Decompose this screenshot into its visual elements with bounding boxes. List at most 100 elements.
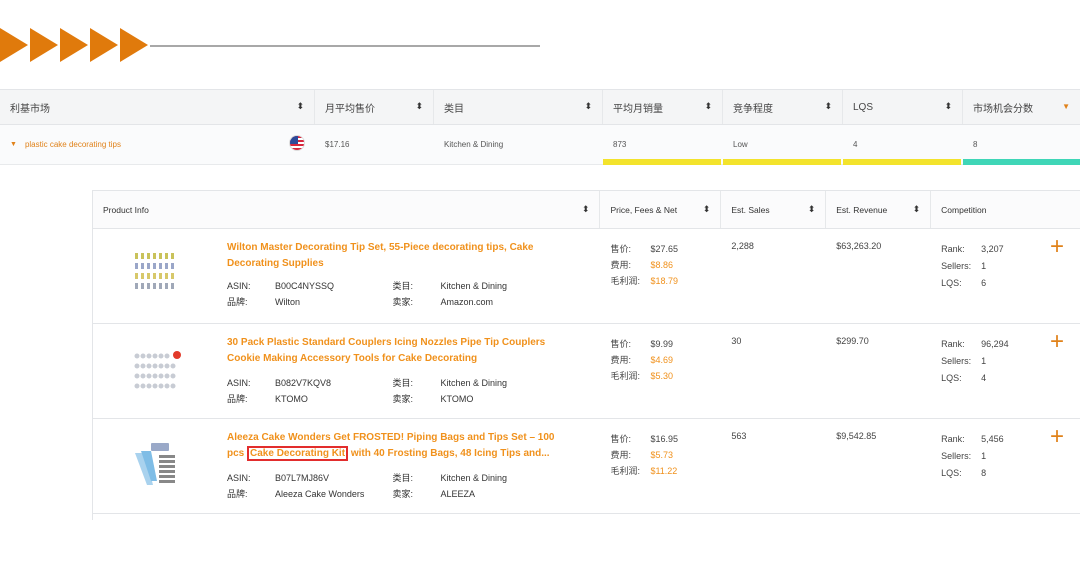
header-niche-market[interactable]: 利基市场 ⬍ <box>0 90 315 124</box>
product-sellers: 1 <box>981 451 987 461</box>
header-price-fees-net[interactable]: Price, Fees & Net ⬍ <box>600 191 722 228</box>
products-table: Product Info ⬍ Price, Fees & Net ⬍ Est. Sa… <box>92 190 1080 527</box>
product-row[interactable]: 30 Pack Plastic Standard Couplers Icing … <box>93 324 1080 419</box>
score-bar <box>603 159 721 165</box>
product-brand: KTOMO <box>275 394 308 404</box>
product-category: Kitchen & Dining <box>440 473 508 483</box>
competition-cell: Rank: 96,294 Sellers: 1 LQS: 4 + <box>941 328 1065 384</box>
product-sellers: 1 <box>981 261 987 271</box>
sort-icon[interactable]: ⬍ <box>703 204 711 215</box>
header-est-sales[interactable]: Est. Sales ⬍ <box>721 191 827 228</box>
product-category: Kitchen & Dining <box>440 281 508 291</box>
header-avg-monthly-sales[interactable]: 平均月销量 ⬍ <box>603 90 723 124</box>
est-sales-cell: 563 <box>731 431 747 441</box>
header-est-revenue[interactable]: Est. Revenue ⬍ <box>826 191 932 228</box>
product-seller: ALEEZA <box>440 489 476 499</box>
plus-icon[interactable]: + <box>1050 330 1064 354</box>
market-opportunity-cell: 8 <box>963 125 1080 165</box>
est-revenue-cell: $63,263.20 <box>836 241 882 251</box>
header-category[interactable]: 类目 ⬍ <box>434 90 603 124</box>
product-price: $27.65 <box>650 244 678 254</box>
chevron-arrow-icon <box>120 28 148 62</box>
market-avg-price: $17.16 <box>325 140 350 149</box>
product-meta-line1: ASIN: B00C4NYSSQ 类目: Kitchen & Dining <box>227 281 508 291</box>
product-asin: B07L7MJ86V <box>275 473 330 483</box>
product-lqs: 4 <box>981 373 987 383</box>
market-competition-cell: Low <box>723 125 843 165</box>
product-net: $11.22 <box>650 466 678 476</box>
header-opportunity-score[interactable]: 市场机会分数 ▼ <box>963 90 1080 124</box>
est-sales-cell: 30 <box>731 336 742 346</box>
page-bottom-area <box>0 520 1080 587</box>
sort-icon[interactable]: ⬍ <box>584 101 592 112</box>
sort-icon[interactable]: ⬍ <box>824 101 832 112</box>
product-brand: Aleeza Cake Wonders <box>275 489 365 499</box>
sort-icon[interactable]: ⬍ <box>913 204 921 215</box>
product-thumbnail[interactable] <box>131 342 185 396</box>
price-fees-net-cell: 售价: $27.65 费用: $8.86 毛利润: $18.79 <box>610 244 678 286</box>
expand-caret-icon[interactable]: ▼ <box>10 141 17 148</box>
header-lqs[interactable]: LQS ⬍ <box>843 90 963 124</box>
product-net: $18.79 <box>650 276 678 286</box>
product-info-cell: Wilton Master Decorating Tip Set, 55-Pie… <box>93 229 600 323</box>
product-category: Kitchen & Dining <box>440 378 508 388</box>
header-product-info[interactable]: Product Info ⬍ <box>93 191 601 228</box>
product-fees: $8.86 <box>650 260 673 270</box>
header-avg-price[interactable]: 月平均售价 ⬍ <box>315 90 434 124</box>
product-net: $5.30 <box>650 371 673 381</box>
decorative-arrows-header <box>0 28 560 64</box>
product-asin: B082V7KQV8 <box>275 378 332 388</box>
product-thumbnail[interactable] <box>131 437 185 491</box>
product-thumbnail[interactable] <box>131 247 185 301</box>
product-rank: 96,294 <box>981 339 1009 349</box>
header-competition[interactable]: 竞争程度 ⬍ <box>723 90 843 124</box>
product-price: $16.95 <box>650 434 678 444</box>
market-keyword-cell[interactable]: ▼ plastic cake decorating tips <box>0 125 315 164</box>
chevron-arrow-icon <box>0 28 28 62</box>
market-avg-sales-cell: 873 <box>603 125 723 165</box>
market-keyword[interactable]: plastic cake decorating tips <box>25 140 121 149</box>
competition-cell: Rank: 3,207 Sellers: 1 LQS: 6 + <box>941 233 1065 289</box>
score-bar <box>963 159 1080 165</box>
market-table: 利基市场 ⬍ 月平均售价 ⬍ 类目 ⬍ 平均月销量 ⬍ 竞争程度 ⬍ LQS ⬍ 市场机会分… <box>0 89 1080 165</box>
sort-desc-icon[interactable]: ▼ <box>1062 102 1070 111</box>
score-bar <box>843 159 961 165</box>
est-revenue-cell: $9,542.85 <box>836 431 877 441</box>
sort-icon[interactable]: ⬍ <box>582 204 590 215</box>
score-bar <box>723 159 841 165</box>
sort-icon[interactable]: ⬍ <box>415 101 423 112</box>
product-asin: B00C4NYSSQ <box>275 281 335 291</box>
market-row[interactable]: ▼ plastic cake decorating tips $17.16 Ki… <box>0 125 1080 165</box>
product-seller: KTOMO <box>440 394 474 404</box>
sort-icon[interactable]: ⬍ <box>944 101 952 112</box>
price-fees-net-cell: 售价: $9.99 费用: $4.69 毛利润: $5.30 <box>610 339 673 381</box>
product-row[interactable]: Wilton Master Decorating Tip Set, 55-Pie… <box>93 229 1080 324</box>
product-title[interactable]: 30 Pack Plastic Standard Couplers Icing … <box>227 335 567 367</box>
product-fees: $5.73 <box>650 450 673 460</box>
sort-icon[interactable]: ⬍ <box>296 101 304 112</box>
product-meta-line2: 品牌: Aleeza Cake Wonders 卖家: ALEEZA <box>227 489 476 499</box>
product-lqs: 6 <box>981 278 987 288</box>
chevron-arrow-icon <box>30 28 58 62</box>
product-title[interactable]: Wilton Master Decorating Tip Set, 55-Pie… <box>227 240 567 272</box>
product-lqs: 8 <box>981 468 987 478</box>
product-title[interactable]: Aleeza Cake Wonders Get FROSTED! Piping … <box>227 430 567 462</box>
product-meta-line1: ASIN: B07L7MJ86V 类目: Kitchen & Dining <box>227 473 508 483</box>
divider-line <box>150 45 540 47</box>
plus-icon[interactable]: + <box>1050 235 1064 259</box>
market-category: Kitchen & Dining <box>444 140 504 149</box>
plus-icon[interactable]: + <box>1050 425 1064 449</box>
product-brand: Wilton <box>275 297 301 307</box>
price-fees-net-cell: 售价: $16.95 费用: $5.73 毛利润: $11.22 <box>610 434 678 476</box>
products-table-header: Product Info ⬍ Price, Fees & Net ⬍ Est. Sa… <box>93 191 1080 229</box>
product-rank: 5,456 <box>981 434 1004 444</box>
us-flag-icon <box>289 135 305 151</box>
product-fees: $4.69 <box>650 355 673 365</box>
header-competition: Competition <box>941 204 987 215</box>
sort-icon[interactable]: ⬍ <box>704 101 712 112</box>
product-row[interactable]: Aleeza Cake Wonders Get FROSTED! Piping … <box>93 419 1080 514</box>
est-sales-cell: 2,288 <box>731 241 754 251</box>
product-info-cell: 30 Pack Plastic Standard Couplers Icing … <box>93 324 600 418</box>
sort-icon[interactable]: ⬍ <box>808 204 816 215</box>
chevron-arrow-icon <box>90 28 118 62</box>
